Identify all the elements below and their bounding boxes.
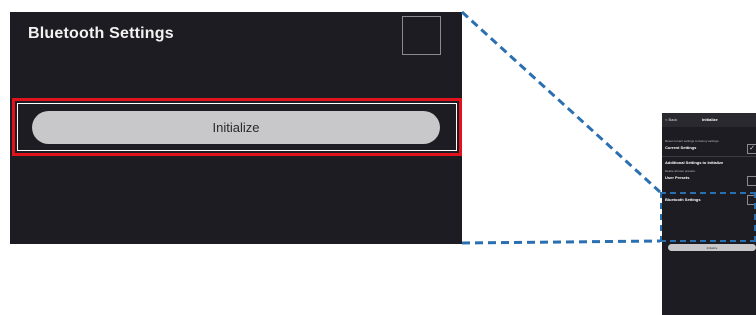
user-presets-description: Delete all user presets. [665,169,696,173]
current-settings-label: Current Settings [665,145,697,150]
user-presets-checkbox[interactable] [747,176,756,186]
phone-selection-frame [660,192,756,242]
phone-title: Initialize [702,117,718,122]
divider [662,156,756,157]
phone-header: < Back Initialize [662,113,756,127]
connector-line-bottom [461,239,661,245]
user-presets-label: User Presets [665,175,690,180]
zoom-connector-lines [460,10,662,245]
reset-description: Reset current settings to factory settin… [665,139,720,143]
back-link[interactable]: < Back [665,117,677,122]
additional-settings-label: Additional Settings to Initialize [665,160,724,165]
current-settings-checkbox[interactable]: ✓ [747,144,756,154]
phone-initialize-button[interactable]: Initialize [668,244,756,251]
connector-line-top [460,10,662,194]
